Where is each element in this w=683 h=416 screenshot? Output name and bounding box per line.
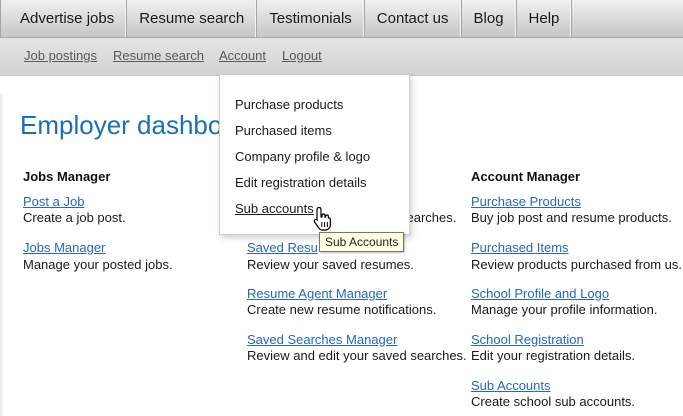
sub-accounts-link[interactable]: Sub Accounts	[471, 378, 551, 393]
school-registration-link[interactable]: School Registration	[471, 332, 584, 347]
jobs-manager-heading: Jobs Manager	[23, 169, 111, 184]
content-edge	[0, 93, 4, 416]
resume-agent-manager-link[interactable]: Resume Agent Manager	[247, 286, 387, 301]
hand-cursor-icon	[313, 206, 331, 231]
subnav-account[interactable]: Account	[219, 48, 266, 63]
nav-contact-us[interactable]: Contact us	[365, 0, 462, 37]
nav-blog[interactable]: Blog	[462, 0, 517, 37]
menu-item-edit-registration[interactable]: Edit registration details	[235, 175, 367, 190]
subnav-logout[interactable]: Logout	[282, 48, 322, 63]
resume-agent-manager-desc: Create new resume notifications.	[247, 302, 437, 317]
saved-searches-manager-desc: Review and edit your saved searches.	[247, 348, 467, 363]
jobs-manager-link[interactable]: Jobs Manager	[23, 240, 105, 255]
sub-accounts-desc: Create school sub accounts.	[471, 394, 636, 409]
saved-resumes-link[interactable]: Saved Resu	[247, 240, 318, 255]
purchase-products-desc: Buy job post and resume products.	[471, 210, 672, 225]
menu-item-purchased-items[interactable]: Purchased items	[235, 123, 332, 138]
subnav-job-postings[interactable]: Job postings	[24, 48, 97, 63]
account-manager-heading: Account Manager	[471, 169, 581, 184]
nav-resume-search[interactable]: Resume search	[127, 0, 258, 37]
menu-item-sub-accounts[interactable]: Sub accounts	[235, 201, 314, 216]
post-a-job-desc: Create a job post.	[23, 210, 126, 225]
post-a-job-link[interactable]: Post a Job	[23, 194, 84, 209]
nav-help[interactable]: Help	[517, 0, 573, 37]
purchased-items-link[interactable]: Purchased Items	[471, 240, 569, 255]
menu-item-purchase-products[interactable]: Purchase products	[235, 97, 343, 112]
nav-advertise-jobs[interactable]: Advertise jobs	[0, 0, 128, 37]
saved-searches-manager-link[interactable]: Saved Searches Manager	[247, 332, 397, 347]
school-profile-link[interactable]: School Profile and Logo	[471, 286, 609, 301]
purchase-products-link[interactable]: Purchase Products	[471, 194, 581, 209]
sub-accounts-tooltip: Sub Accounts	[319, 232, 405, 252]
jobs-manager-desc: Manage your posted jobs.	[23, 257, 173, 272]
top-nav: Advertise jobs Resume search Testimonial…	[0, 0, 683, 38]
subnav-resume-search[interactable]: Resume search	[113, 48, 204, 63]
purchased-items-desc: Review products purchased from us.	[471, 257, 682, 272]
school-registration-desc: Edit your registration details.	[471, 348, 636, 363]
sub-nav: Job postings Resume search Account Logou…	[0, 38, 683, 76]
saved-resumes-desc: Review your saved resumes.	[247, 257, 414, 272]
menu-item-company-profile[interactable]: Company profile & logo	[235, 149, 370, 164]
nav-testimonials[interactable]: Testimonials	[257, 0, 365, 37]
page-title: Employer dashbo	[20, 110, 223, 140]
school-profile-desc: Manage your profile information.	[471, 302, 658, 317]
